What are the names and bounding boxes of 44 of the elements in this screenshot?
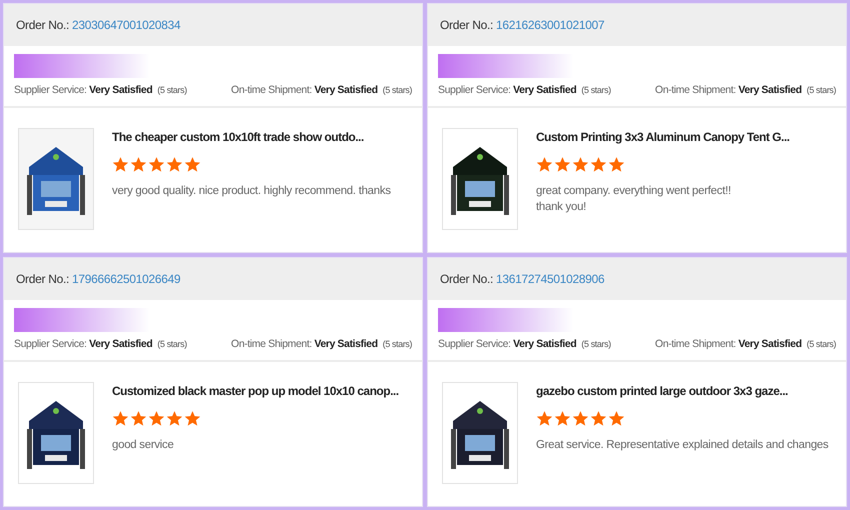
star-icon	[554, 156, 571, 173]
order-number-link[interactable]: 16216263001021007	[496, 18, 604, 32]
star-icon	[130, 156, 147, 173]
order-number-link[interactable]: 13617274501028906	[496, 272, 604, 286]
star-icon	[130, 410, 147, 427]
rating-text: Supplier Service: Very Satisfied (5 stars)	[438, 84, 611, 96]
product-title: Customized black master pop up model 10x10 canop...	[112, 384, 399, 400]
rating-text: On-time Shipment: Very Satisfied (5 stars)	[231, 338, 412, 350]
star-icon	[166, 156, 183, 173]
star-icon	[148, 156, 165, 173]
star-icon	[536, 410, 553, 427]
star-icon	[112, 410, 129, 427]
star-icon	[166, 410, 183, 427]
product-title: gazebo custom printed large outdoor 3x3 gaze...	[536, 384, 789, 400]
star-icon	[572, 156, 589, 173]
star-icon	[554, 410, 571, 427]
star-icon	[572, 410, 589, 427]
rating-text: Supplier Service: Very Satisfied (5 stars)	[14, 84, 187, 96]
star-icon	[184, 410, 201, 427]
star-icon	[184, 156, 201, 173]
rating-text: On-time Shipment: Very Satisfied (5 stars)	[231, 84, 412, 96]
order-label: Order No.:	[16, 272, 70, 286]
rating-text: On-time Shipment: Very Satisfied (5 stars)	[655, 338, 836, 350]
review-comment: great company. everything went perfect!! thank you!	[536, 184, 732, 216]
star-icon	[590, 410, 607, 427]
order-label: Order No.:	[440, 18, 494, 32]
product-title: The cheaper custom 10x10ft trade show outdo...	[112, 130, 365, 146]
star-icon	[608, 156, 625, 173]
star-icon	[536, 156, 553, 173]
rating-text: Supplier Service: Very Satisfied (5 stars)	[14, 338, 187, 350]
star-icon	[608, 410, 625, 427]
star-icon	[590, 156, 607, 173]
star-icon	[112, 156, 129, 173]
review-comment: good service	[112, 438, 175, 453]
order-number-link[interactable]: 23030647001020834	[72, 18, 180, 32]
rating-text: On-time Shipment: Very Satisfied (5 stars)	[655, 84, 836, 96]
review-comment: Great service. Representative explained details and changes	[536, 438, 828, 453]
review-comment: very good quality. nice product. highly recommend. thanks	[112, 184, 391, 199]
order-label: Order No.:	[16, 18, 70, 32]
product-title: Custom Printing 3x3 Aluminum Canopy Tent G...	[536, 130, 790, 146]
order-number-link[interactable]: 17966662501026649	[72, 272, 180, 286]
star-icon	[148, 410, 165, 427]
rating-text: Supplier Service: Very Satisfied (5 stars)	[438, 338, 611, 350]
order-label: Order No.:	[440, 272, 494, 286]
